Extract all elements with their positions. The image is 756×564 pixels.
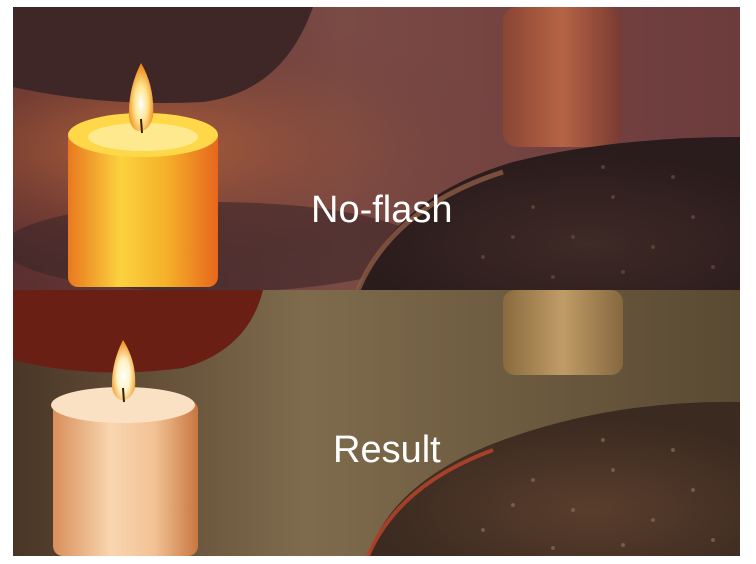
no-flash-photo (13, 7, 740, 290)
photo-frame: No-flash Result (13, 7, 740, 556)
result-scene (13, 290, 740, 556)
result-photo (13, 290, 740, 556)
no-flash-scene (13, 7, 740, 290)
no-flash-caption: No-flash (311, 189, 453, 231)
result-caption: Result (333, 429, 441, 471)
